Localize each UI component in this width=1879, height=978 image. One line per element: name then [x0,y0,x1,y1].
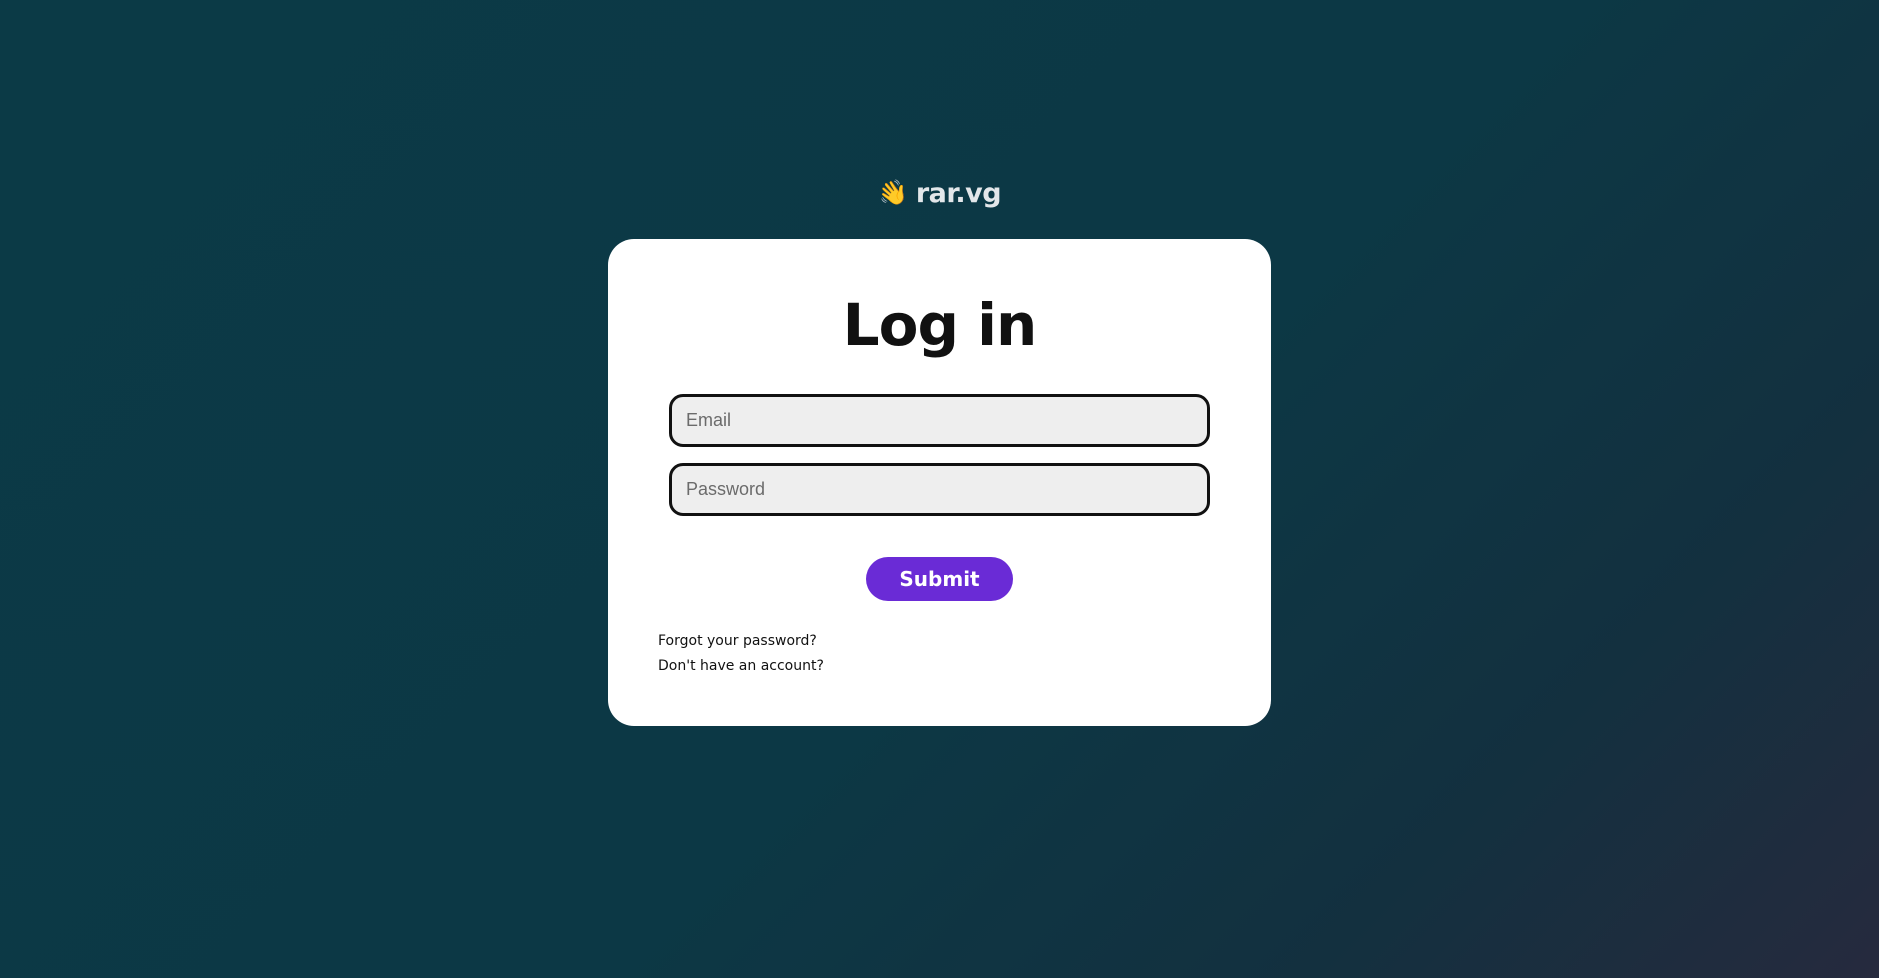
page-title: Log in [842,291,1038,359]
brand-name[interactable]: rar.vg [916,178,1002,209]
waving-hand-icon: 👋 [875,177,910,209]
forgot-password-link[interactable]: Forgot your password? [658,629,824,654]
login-card: Log in Submit Forgot your password? Don'… [608,239,1271,726]
password-field[interactable] [669,463,1210,516]
signup-link[interactable]: Don't have an account? [658,654,824,679]
auth-links: Forgot your password? Don't have an acco… [658,629,824,679]
submit-button[interactable]: Submit [866,557,1013,601]
brand-header: 👋 rar.vg [0,177,1879,209]
email-field[interactable] [669,394,1210,447]
